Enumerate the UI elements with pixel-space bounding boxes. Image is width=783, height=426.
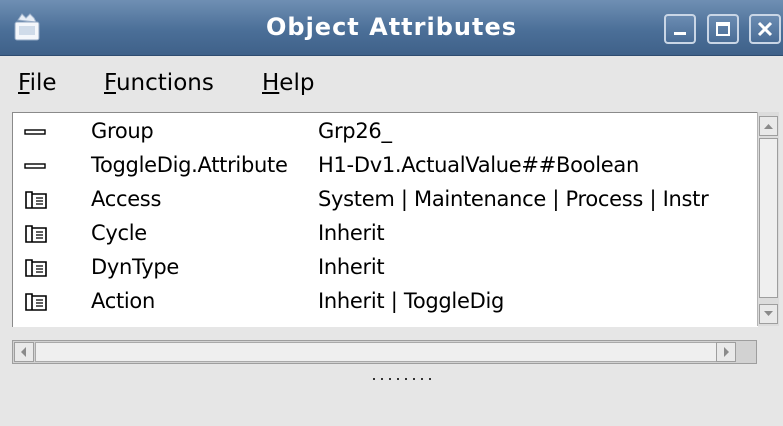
minimize-button[interactable] (664, 14, 696, 44)
menu-functions[interactable]: Functions (104, 70, 214, 96)
attribute-name: Cycle (91, 221, 147, 245)
maximize-button[interactable] (707, 14, 739, 44)
dash-icon (24, 163, 46, 169)
menu-file-label: ile (29, 70, 57, 96)
scroll-down-button[interactable] (759, 304, 778, 324)
attribute-row-access[interactable]: Access System | Maintenance | Process | … (13, 183, 758, 217)
dash-icon (24, 129, 46, 135)
attribute-row-cycle[interactable]: Cycle Inherit (13, 217, 758, 251)
menu-help-mnemonic: H (262, 70, 280, 96)
attribute-name: Action (91, 289, 155, 313)
attribute-name: Access (91, 187, 162, 211)
vertical-scrollbar[interactable] (757, 112, 779, 326)
attribute-row-toggledig[interactable]: ToggleDig.Attribute H1-Dv1.ActualValue##… (13, 149, 758, 183)
menu-help-label: elp (279, 70, 315, 96)
attribute-row-dyntype[interactable]: DynType Inherit (13, 251, 758, 285)
minimize-icon (674, 32, 686, 35)
attribute-value: Inherit | ToggleDig (318, 289, 505, 313)
scroll-right-button[interactable] (716, 342, 736, 362)
menu-functions-mnemonic: F (104, 70, 116, 96)
attribute-name: ToggleDig.Attribute (91, 153, 288, 177)
menu-file[interactable]: File (18, 70, 57, 96)
attribute-value: Inherit (318, 255, 385, 279)
folder-icon (25, 191, 47, 209)
arrow-right-icon (724, 347, 729, 357)
arrow-down-icon (764, 311, 773, 316)
horizontal-scrollbar[interactable] (12, 340, 757, 364)
pane-resize-grip[interactable] (371, 376, 433, 382)
attribute-value: H1-Dv1.ActualValue##Boolean (318, 153, 639, 177)
attribute-name: DynType (91, 255, 180, 279)
vertical-scroll-thumb[interactable] (759, 138, 778, 298)
arrow-left-icon (21, 347, 26, 357)
attribute-list[interactable]: Group Grp26_ ToggleDig.Attribute H1-Dv1.… (12, 112, 758, 327)
attribute-value: Inherit (318, 221, 385, 245)
folder-icon (25, 259, 47, 277)
maximize-icon (716, 22, 730, 36)
attribute-value: System | Maintenance | Process | Instr (318, 187, 709, 211)
menu-file-mnemonic: F (18, 70, 30, 96)
app-icon (14, 13, 40, 41)
close-icon (757, 21, 773, 37)
attribute-value: Grp26_ (318, 119, 392, 143)
menu-bar: File Functions Help (0, 56, 783, 110)
folder-icon (25, 225, 47, 243)
attribute-row-group[interactable]: Group Grp26_ (13, 115, 758, 149)
horizontal-scroll-thumb[interactable] (35, 342, 725, 362)
attribute-name: Group (91, 119, 154, 143)
folder-icon (25, 293, 47, 311)
title-bar[interactable]: Object Attributes (0, 0, 783, 56)
menu-help[interactable]: Help (262, 70, 314, 96)
arrow-up-icon (764, 124, 773, 129)
close-button[interactable] (749, 14, 781, 44)
status-area (12, 386, 757, 422)
attribute-row-action[interactable]: Action Inherit | ToggleDig (13, 285, 758, 319)
scroll-left-button[interactable] (14, 342, 34, 362)
scroll-up-button[interactable] (759, 116, 778, 136)
menu-functions-label: unctions (115, 70, 214, 96)
